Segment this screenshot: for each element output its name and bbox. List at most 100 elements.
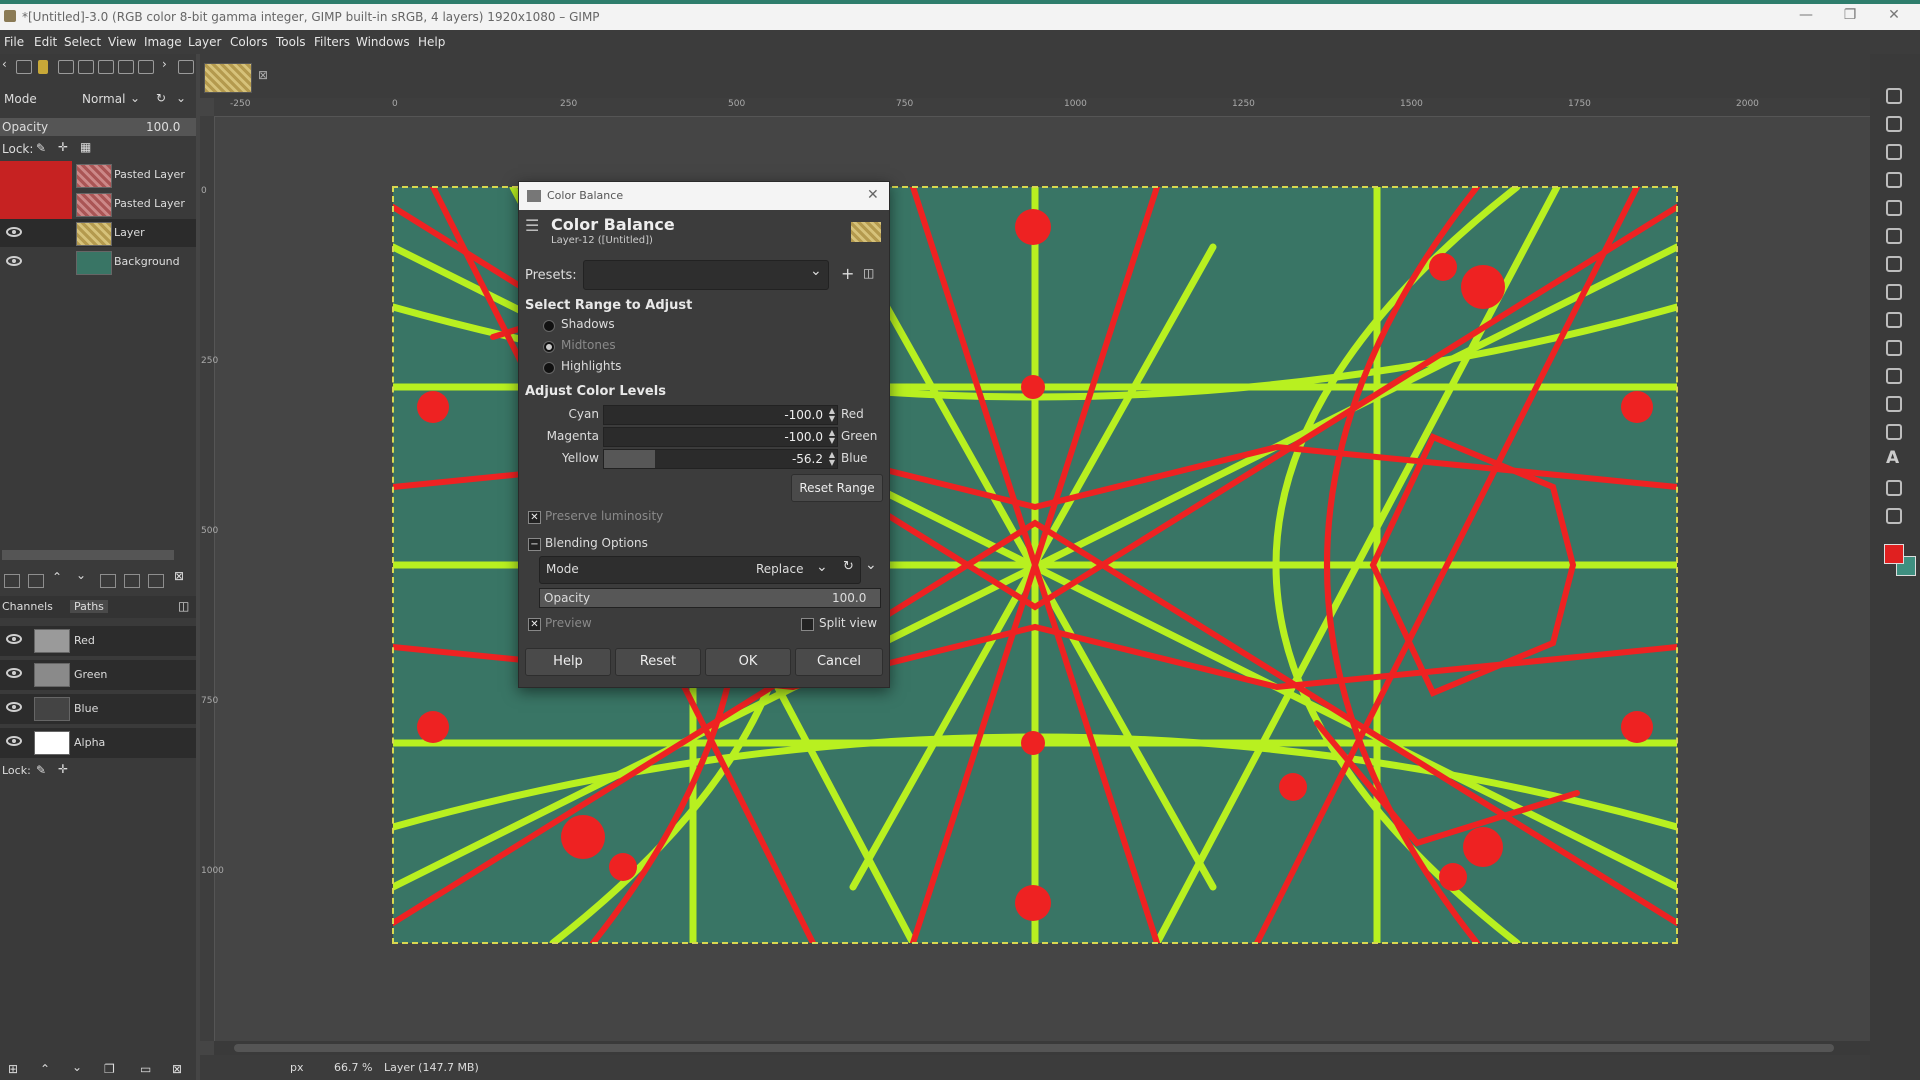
paintbrush-tool-icon[interactable] <box>1886 312 1902 328</box>
eye-icon[interactable] <box>6 634 22 644</box>
add-preset-icon[interactable]: + <box>841 264 854 283</box>
eraser-tool-icon[interactable] <box>1886 340 1902 356</box>
clone-tool-icon[interactable] <box>1886 368 1902 384</box>
smudge-tool-icon[interactable] <box>1886 396 1902 412</box>
layer-opacity-slider[interactable]: Opacity 100.0 <box>0 118 196 136</box>
transform-tool-icon[interactable] <box>1886 228 1902 244</box>
dialog-title-bar[interactable]: Color Balance ✕ <box>519 182 889 210</box>
maximize-button[interactable]: ❐ <box>1830 7 1870 23</box>
channel-row[interactable]: Alpha <box>0 728 196 758</box>
chevron-down-icon[interactable]: ⌄ <box>865 557 877 573</box>
spin-arrows-icon[interactable]: ▲ ▼ <box>829 429 835 445</box>
reset-button[interactable]: Reset <box>615 648 701 676</box>
rect-select-tool-icon[interactable] <box>1886 116 1902 132</box>
raise-channel-icon[interactable]: ⌃ <box>40 1062 50 1076</box>
tool-options-icon[interactable] <box>16 60 32 74</box>
lock-position-icon[interactable]: ✛ <box>58 762 68 776</box>
menu-image[interactable]: Image <box>144 35 182 49</box>
tab-channels[interactable]: Channels <box>2 600 53 613</box>
preserve-luminosity-checkbox[interactable]: ✕ <box>528 511 541 524</box>
menu-help[interactable]: Help <box>418 35 445 49</box>
layer-mode-select[interactable]: Normal <box>82 92 125 106</box>
dock-back-icon[interactable]: ‹ <box>2 57 7 71</box>
move-tool-icon[interactable] <box>1886 88 1902 104</box>
cancel-button[interactable]: Cancel <box>795 648 883 676</box>
slider-value[interactable]: -100.0 <box>784 408 823 422</box>
list-icon[interactable] <box>118 60 134 74</box>
spin-arrows-icon[interactable]: ▲ ▼ <box>829 451 835 467</box>
eye-icon[interactable] <box>6 227 22 237</box>
duplicate-channel-icon[interactable]: ❐ <box>104 1062 115 1076</box>
help-button[interactable]: Help <box>525 648 611 676</box>
dock-forward-icon[interactable]: › <box>162 57 167 71</box>
close-tab-icon[interactable]: ⊠ <box>258 68 268 82</box>
eye-icon[interactable] <box>6 668 22 678</box>
blending-options-label[interactable]: Blending Options <box>545 536 648 550</box>
eye-icon[interactable] <box>6 702 22 712</box>
tab-paths[interactable]: Paths <box>70 600 108 613</box>
magenta-green-slider[interactable]: -100.0 ▲ ▼ <box>603 427 838 447</box>
cyan-red-slider[interactable]: -100.0 ▲ ▼ <box>603 405 838 425</box>
preset-menu-icon[interactable]: ◫ <box>863 266 874 280</box>
zoom-tool-icon[interactable] <box>1886 508 1902 524</box>
brushes-icon[interactable] <box>38 60 48 74</box>
preview-checkbox[interactable]: ✕ <box>528 618 541 631</box>
document-icon[interactable] <box>78 60 94 74</box>
minimize-button[interactable]: — <box>1786 7 1826 23</box>
split-view-label[interactable]: Split view <box>819 616 877 630</box>
lock-position-icon[interactable]: ✛ <box>58 140 68 154</box>
chevron-down-icon[interactable]: ⌄ <box>176 91 186 105</box>
horizontal-scrollbar[interactable] <box>214 1041 1870 1055</box>
bucket-fill-tool-icon[interactable] <box>1886 284 1902 300</box>
paths-tool-icon[interactable] <box>1886 424 1902 440</box>
raise-layer-icon[interactable]: ⌃ <box>52 570 62 584</box>
image-tab-thumbnail[interactable] <box>204 63 252 93</box>
merge-layer-icon[interactable] <box>124 574 140 588</box>
lock-pixels-icon[interactable]: ✎ <box>36 763 46 777</box>
chevron-down-icon[interactable]: ⌄ <box>130 91 140 105</box>
presets-combo[interactable]: ⌄ <box>583 260 829 290</box>
eye-icon[interactable] <box>6 736 22 746</box>
preserve-luminosity-label[interactable]: Preserve luminosity <box>545 509 663 523</box>
image-icon[interactable] <box>98 60 114 74</box>
fuzzy-select-tool-icon[interactable] <box>1886 172 1902 188</box>
layer-row[interactable]: Background <box>0 248 196 276</box>
duplicate-layer-icon[interactable] <box>100 574 116 588</box>
menu-filters[interactable]: Filters <box>314 35 350 49</box>
blend-mode-combo[interactable]: Mode Replace ⌄ <box>539 556 861 584</box>
dock-menu-icon[interactable] <box>178 60 194 74</box>
horizontal-ruler[interactable]: -250 0 250 500 750 1000 1250 1500 1750 2… <box>214 98 1870 117</box>
channel-to-selection-icon[interactable]: ▭ <box>140 1062 151 1076</box>
new-layer-icon[interactable] <box>28 574 44 588</box>
layer-row[interactable]: Pasted Layer <box>0 161 196 189</box>
layer-row[interactable]: Pasted Layer <box>0 190 196 218</box>
foreground-color-swatch[interactable] <box>1884 544 1904 564</box>
menu-layer[interactable]: Layer <box>188 35 221 49</box>
delete-layer-icon[interactable]: ⊠ <box>174 569 184 583</box>
slider-value[interactable]: -100.0 <box>784 430 823 444</box>
close-window-button[interactable]: ✕ <box>1874 7 1914 23</box>
new-layer-group-icon[interactable] <box>4 574 20 588</box>
menu-edit[interactable]: Edit <box>34 35 57 49</box>
menu-file[interactable]: File <box>4 35 24 49</box>
lower-channel-icon[interactable]: ⌄ <box>72 1060 82 1074</box>
menu-windows[interactable]: Windows <box>356 35 410 49</box>
delete-channel-icon[interactable]: ⊠ <box>172 1062 182 1076</box>
radio-midtones[interactable] <box>543 341 555 353</box>
split-view-checkbox[interactable] <box>801 618 814 631</box>
radio-shadows[interactable] <box>543 320 555 332</box>
mode-reset-icon[interactable]: ↻ <box>156 91 166 105</box>
reset-range-button[interactable]: Reset Range <box>791 474 883 502</box>
scrollbar-thumb[interactable] <box>234 1044 1834 1052</box>
lock-pixels-icon[interactable]: ✎ <box>36 141 46 155</box>
warp-tool-icon[interactable] <box>1886 256 1902 272</box>
vertical-ruler[interactable]: 0 250 500 750 1000 <box>200 116 224 1041</box>
layer-row[interactable]: Layer <box>0 219 196 247</box>
blending-options-toggle[interactable]: − <box>528 538 541 551</box>
blend-reset-icon[interactable]: ↻ <box>843 559 854 574</box>
highlights-label[interactable]: Highlights <box>561 359 621 373</box>
slider-value[interactable]: -56.2 <box>792 452 823 466</box>
color-picker-tool-icon[interactable] <box>1886 480 1902 496</box>
pencil-icon[interactable] <box>58 60 74 74</box>
midtones-label[interactable]: Midtones <box>561 338 616 352</box>
